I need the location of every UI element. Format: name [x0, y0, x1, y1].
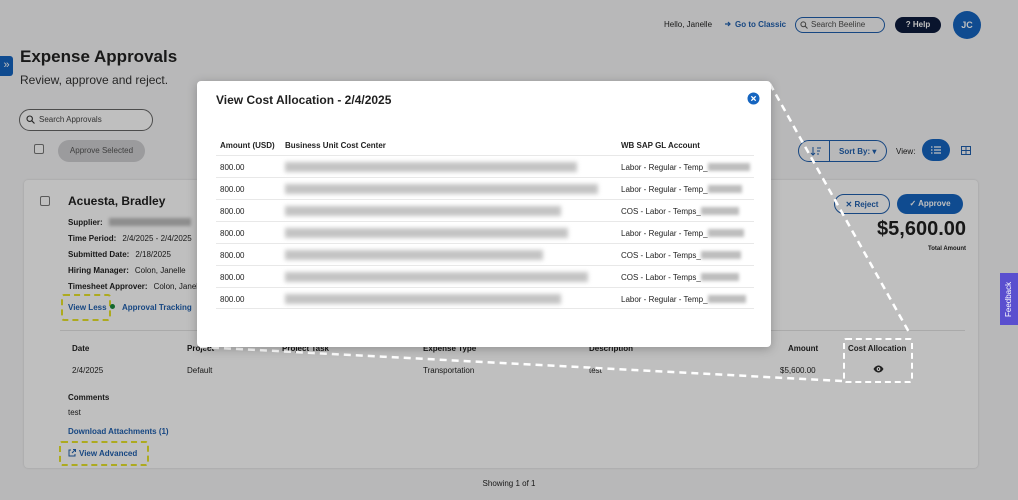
- gl-text: COS - Labor - Temps_: [621, 273, 701, 282]
- table-row: 800.00 COS - Labor - Temps_: [216, 199, 754, 221]
- row-amount: 800.00: [220, 207, 245, 216]
- business-unit-redacted: [285, 294, 561, 304]
- gl-text: COS - Labor - Temps_: [621, 207, 701, 216]
- table-row: 800.00 COS - Labor - Temps_: [216, 243, 754, 265]
- col-gl-account: WB SAP GL Account: [621, 141, 700, 150]
- eye-icon[interactable]: [873, 365, 884, 373]
- gl-text: Labor - Regular - Temp_: [621, 185, 708, 194]
- gl-text: COS - Labor - Temps_: [621, 251, 701, 260]
- cost-allocation-highlight: Cost Allocation: [843, 338, 913, 383]
- row-amount: 800.00: [220, 185, 245, 194]
- row-gl-account: Labor - Regular - Temp_: [621, 185, 742, 194]
- business-unit-redacted: [285, 228, 568, 238]
- gl-redacted: [700, 273, 739, 281]
- row-amount: 800.00: [220, 273, 245, 282]
- gl-redacted: [707, 295, 746, 303]
- gl-redacted: [707, 185, 742, 193]
- business-unit-redacted: [285, 250, 543, 260]
- gl-text: Labor - Regular - Temp_: [621, 295, 708, 304]
- row-gl-account: Labor - Regular - Temp_: [621, 229, 744, 238]
- table-row: 800.00 Labor - Regular - Temp_: [216, 177, 754, 199]
- business-unit-redacted: [285, 162, 577, 172]
- gl-redacted: [707, 229, 744, 237]
- row-amount: 800.00: [220, 295, 245, 304]
- business-unit-redacted: [285, 272, 588, 282]
- row-gl-account: COS - Labor - Temps_: [621, 273, 739, 282]
- col-business-unit: Business Unit Cost Center: [285, 141, 386, 150]
- table-row: 800.00 COS - Labor - Temps_: [216, 265, 754, 287]
- gl-redacted: [707, 163, 750, 171]
- gl-text: Labor - Regular - Temp_: [621, 229, 708, 238]
- table-row: 800.00 Labor - Regular - Temp_: [216, 221, 754, 243]
- modal-title: View Cost Allocation - 2/4/2025: [216, 93, 392, 107]
- cost-allocation-modal: View Cost Allocation - 2/4/2025 Amount (…: [197, 81, 771, 347]
- row-amount: 800.00: [220, 229, 245, 238]
- row-amount: 800.00: [220, 251, 245, 260]
- row-gl-account: Labor - Regular - Temp_: [621, 295, 746, 304]
- gl-text: Labor - Regular - Temp_: [621, 163, 708, 172]
- row-amount: 800.00: [220, 163, 245, 172]
- business-unit-redacted: [285, 184, 598, 194]
- table-row: 800.00 Labor - Regular - Temp_: [216, 287, 754, 309]
- row-gl-account: COS - Labor - Temps_: [621, 207, 739, 216]
- col-cost-allocation: Cost Allocation: [848, 344, 907, 353]
- table-row: 800.00 Labor - Regular - Temp_: [216, 155, 754, 177]
- row-gl-account: Labor - Regular - Temp_: [621, 163, 750, 172]
- business-unit-redacted: [285, 206, 561, 216]
- gl-redacted: [700, 207, 739, 215]
- col-amount-usd: Amount (USD): [220, 141, 275, 150]
- row-gl-account: COS - Labor - Temps_: [621, 251, 741, 260]
- gl-redacted: [700, 251, 741, 259]
- close-icon[interactable]: [747, 92, 760, 105]
